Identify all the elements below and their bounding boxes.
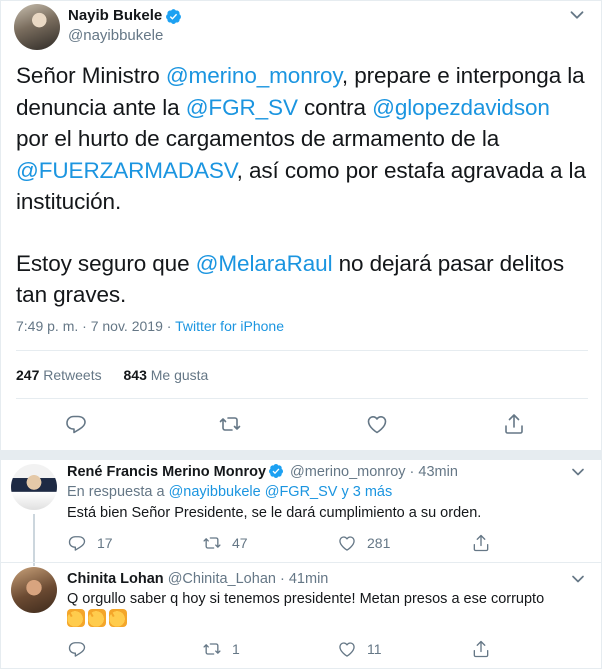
like-count: 281: [367, 535, 391, 551]
tweet-date[interactable]: 7 nov. 2019: [91, 318, 163, 334]
reply-icon: [68, 642, 86, 657]
reply-count: 17: [97, 535, 113, 551]
likes-stat[interactable]: 843 Me gusta: [124, 365, 209, 385]
main-tweet-actions: [16, 408, 588, 440]
reply-author-name[interactable]: Chinita Lohan: [67, 571, 164, 587]
reply-author-avatar[interactable]: [11, 567, 57, 613]
share-icon: [473, 534, 489, 552]
reply-header: René Francis Merino Monroy @merino_monro…: [67, 462, 458, 482]
chevron-down-icon[interactable]: [568, 569, 588, 589]
clapping-hands-emoji: [67, 609, 85, 627]
likes-label: Me gusta: [150, 367, 209, 383]
reply-author-handle[interactable]: @Chinita_Lohan: [168, 571, 276, 587]
tweet-source-link[interactable]: Twitter for iPhone: [175, 318, 284, 334]
meta-dot: ·: [82, 318, 87, 334]
text-segment: contra: [297, 94, 373, 120]
reply-time[interactable]: 43min: [418, 464, 458, 480]
author-block: Nayib Bukele @nayibbukele: [68, 6, 182, 46]
mention-link[interactable]: @glopezdavidson: [372, 95, 550, 120]
share-button[interactable]: [471, 638, 491, 660]
retweets-stat[interactable]: 247 Retweets: [16, 365, 102, 385]
retweets-label: Retweets: [43, 367, 102, 383]
retweet-button[interactable]: 47: [202, 532, 248, 554]
retweet-button[interactable]: 1: [202, 638, 240, 660]
author-name[interactable]: Nayib Bukele: [68, 6, 162, 26]
meta-dot: ·: [166, 318, 172, 334]
reply-icon[interactable]: [64, 412, 88, 436]
divider: [16, 398, 588, 399]
meta-dot: ·: [409, 464, 415, 480]
retweet-count: 47: [232, 535, 248, 551]
reply-button[interactable]: 17: [67, 532, 113, 554]
reply-text: Está bien Señor Presidente, se le dará c…: [67, 505, 482, 521]
mention-link[interactable]: @FGR_SV: [186, 95, 298, 120]
retweets-count: 247: [16, 367, 40, 383]
meta-dot: ·: [279, 571, 285, 587]
emoji-row: [67, 609, 130, 633]
retweet-icon: [203, 537, 221, 549]
clapping-hands-emoji: [109, 609, 127, 627]
like-count: 11: [367, 641, 382, 657]
tweet-paragraph-1: Señor Ministro @merino_monroy, prepare e…: [16, 60, 586, 218]
tweet-text: Señor Ministro @merino_monroy, prepare e…: [16, 60, 586, 311]
reply-icon: [68, 536, 86, 551]
reply-tweet[interactable]: René Francis Merino Monroy @merino_monro…: [0, 460, 602, 566]
verified-badge-icon: [269, 464, 284, 478]
reply-actions: 1 11: [67, 638, 588, 662]
divider: [16, 350, 588, 351]
thread-line: [33, 514, 35, 566]
like-icon: [339, 536, 355, 551]
retweet-icon: [203, 643, 221, 655]
in-reply-targets-link[interactable]: @nayibbukele @FGR_SV y 3 más: [169, 484, 393, 500]
in-reply-prefix: En respuesta a: [67, 484, 169, 500]
chevron-down-icon[interactable]: [566, 4, 588, 26]
verified-badge-icon: [166, 8, 182, 24]
reply-time[interactable]: 41min: [289, 571, 329, 587]
like-icon: [339, 642, 355, 657]
reply-author-handle[interactable]: @merino_monroy: [290, 464, 405, 480]
mention-link[interactable]: @MelaraRaul: [196, 251, 333, 276]
tweet-time[interactable]: 7:49 p. m.: [16, 318, 78, 334]
text-segment: Estoy seguro que: [16, 250, 196, 276]
reply-header: Chinita Lohan @Chinita_Lohan · 41min: [67, 569, 328, 589]
author-avatar[interactable]: [14, 4, 60, 50]
chevron-down-icon[interactable]: [568, 462, 588, 482]
reply-button[interactable]: [67, 638, 97, 660]
share-button[interactable]: [471, 532, 491, 554]
retweet-icon[interactable]: [218, 412, 242, 436]
text-segment: por el hurto de cargamentos de armamento…: [16, 126, 500, 151]
tweet-meta: 7:49 p. m. · 7 nov. 2019 · Twitter for i…: [16, 316, 284, 336]
retweet-count: 1: [232, 641, 240, 657]
share-icon: [473, 640, 489, 658]
reply-text: Q orgullo saber q hoy si tenemos preside…: [67, 591, 545, 607]
like-button[interactable]: 281: [337, 532, 390, 554]
reply-tweet[interactable]: Chinita Lohan @Chinita_Lohan · 41min Q o…: [0, 562, 602, 669]
share-icon[interactable]: [502, 412, 526, 436]
author-handle[interactable]: @nayibbukele: [68, 26, 182, 46]
tweet-stats: 247 Retweets 843 Me gusta: [16, 365, 226, 385]
main-tweet-header: Nayib Bukele @nayibbukele: [14, 4, 588, 50]
section-divider: [0, 450, 602, 460]
mention-link[interactable]: @FUERZARMADASV: [16, 158, 237, 183]
reply-author-name[interactable]: René Francis Merino Monroy: [67, 464, 266, 480]
clapping-hands-emoji: [88, 609, 106, 627]
like-button[interactable]: 11: [337, 638, 382, 660]
mention-link[interactable]: @merino_monroy: [166, 63, 342, 88]
in-reply-to: En respuesta a @nayibbukele @FGR_SV y 3 …: [67, 482, 392, 502]
text-segment: Señor Ministro: [16, 63, 166, 88]
tweet-paragraph-2: Estoy seguro que @MelaraRaul no dejará p…: [16, 248, 586, 311]
likes-count: 843: [123, 367, 147, 383]
reply-author-avatar[interactable]: [11, 464, 57, 510]
like-icon[interactable]: [365, 412, 389, 436]
reply-actions: 17 47 281: [67, 532, 588, 556]
